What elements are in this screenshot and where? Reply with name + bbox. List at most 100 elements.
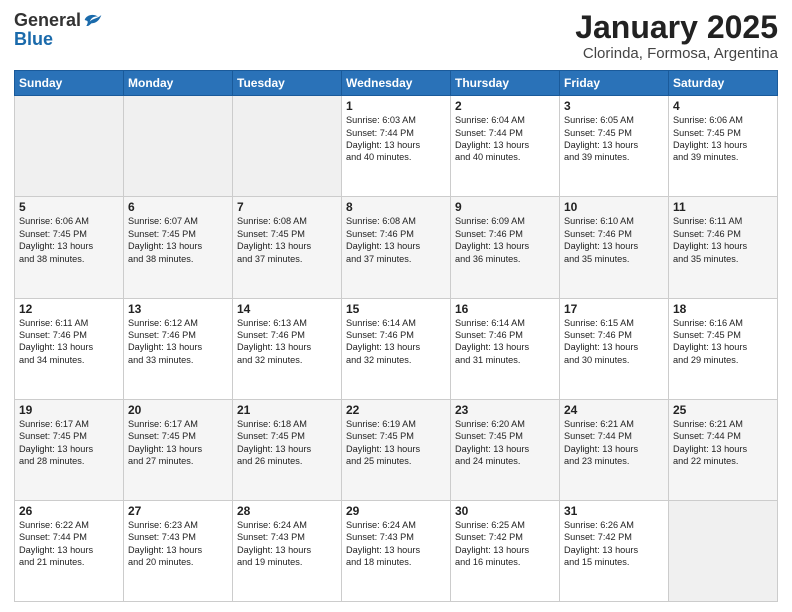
day-number: 25 [673,403,773,417]
calendar-day-cell [15,96,124,197]
calendar-day-cell: 2Sunrise: 6:04 AM Sunset: 7:44 PM Daylig… [451,96,560,197]
calendar-day-cell: 24Sunrise: 6:21 AM Sunset: 7:44 PM Dayli… [560,399,669,500]
day-info: Sunrise: 6:13 AM Sunset: 7:46 PM Dayligh… [237,317,337,367]
calendar-day-cell: 27Sunrise: 6:23 AM Sunset: 7:43 PM Dayli… [124,500,233,601]
calendar-location: Clorinda, Formosa, Argentina [575,45,778,62]
day-number: 17 [564,302,664,316]
calendar-day-cell: 15Sunrise: 6:14 AM Sunset: 7:46 PM Dayli… [342,298,451,399]
calendar-header-row: SundayMondayTuesdayWednesdayThursdayFrid… [15,71,778,96]
day-number: 30 [455,504,555,518]
day-number: 29 [346,504,446,518]
day-number: 7 [237,200,337,214]
calendar-day-cell: 29Sunrise: 6:24 AM Sunset: 7:43 PM Dayli… [342,500,451,601]
day-number: 4 [673,99,773,113]
logo-bird-icon [83,10,103,30]
day-info: Sunrise: 6:08 AM Sunset: 7:46 PM Dayligh… [346,215,446,265]
calendar-day-cell: 14Sunrise: 6:13 AM Sunset: 7:46 PM Dayli… [233,298,342,399]
day-info: Sunrise: 6:11 AM Sunset: 7:46 PM Dayligh… [19,317,119,367]
logo-blue-text: Blue [14,30,53,48]
calendar-day-cell: 18Sunrise: 6:16 AM Sunset: 7:45 PM Dayli… [669,298,778,399]
day-number: 24 [564,403,664,417]
header: General Blue January 2025 Clorinda, Form… [14,10,778,62]
calendar-day-cell: 10Sunrise: 6:10 AM Sunset: 7:46 PM Dayli… [560,197,669,298]
calendar-day-cell: 13Sunrise: 6:12 AM Sunset: 7:46 PM Dayli… [124,298,233,399]
day-number: 16 [455,302,555,316]
day-info: Sunrise: 6:12 AM Sunset: 7:46 PM Dayligh… [128,317,228,367]
day-number: 28 [237,504,337,518]
calendar-day-cell: 20Sunrise: 6:17 AM Sunset: 7:45 PM Dayli… [124,399,233,500]
day-number: 12 [19,302,119,316]
calendar-day-cell: 12Sunrise: 6:11 AM Sunset: 7:46 PM Dayli… [15,298,124,399]
day-info: Sunrise: 6:14 AM Sunset: 7:46 PM Dayligh… [455,317,555,367]
calendar-day-cell: 28Sunrise: 6:24 AM Sunset: 7:43 PM Dayli… [233,500,342,601]
day-info: Sunrise: 6:25 AM Sunset: 7:42 PM Dayligh… [455,519,555,569]
calendar-day-cell: 3Sunrise: 6:05 AM Sunset: 7:45 PM Daylig… [560,96,669,197]
calendar-day-cell [124,96,233,197]
day-number: 14 [237,302,337,316]
calendar-day-cell: 8Sunrise: 6:08 AM Sunset: 7:46 PM Daylig… [342,197,451,298]
day-info: Sunrise: 6:14 AM Sunset: 7:46 PM Dayligh… [346,317,446,367]
day-info: Sunrise: 6:21 AM Sunset: 7:44 PM Dayligh… [673,418,773,468]
title-block: January 2025 Clorinda, Formosa, Argentin… [575,10,778,62]
calendar-day-cell: 5Sunrise: 6:06 AM Sunset: 7:45 PM Daylig… [15,197,124,298]
calendar-day-cell: 23Sunrise: 6:20 AM Sunset: 7:45 PM Dayli… [451,399,560,500]
day-number: 8 [346,200,446,214]
calendar-day-cell: 21Sunrise: 6:18 AM Sunset: 7:45 PM Dayli… [233,399,342,500]
day-info: Sunrise: 6:24 AM Sunset: 7:43 PM Dayligh… [237,519,337,569]
day-of-week-header: Monday [124,71,233,96]
day-of-week-header: Tuesday [233,71,342,96]
day-of-week-header: Saturday [669,71,778,96]
day-number: 13 [128,302,228,316]
day-info: Sunrise: 6:05 AM Sunset: 7:45 PM Dayligh… [564,114,664,164]
day-info: Sunrise: 6:16 AM Sunset: 7:45 PM Dayligh… [673,317,773,367]
calendar-day-cell: 26Sunrise: 6:22 AM Sunset: 7:44 PM Dayli… [15,500,124,601]
day-info: Sunrise: 6:10 AM Sunset: 7:46 PM Dayligh… [564,215,664,265]
calendar-day-cell [233,96,342,197]
day-number: 6 [128,200,228,214]
day-info: Sunrise: 6:24 AM Sunset: 7:43 PM Dayligh… [346,519,446,569]
day-info: Sunrise: 6:17 AM Sunset: 7:45 PM Dayligh… [128,418,228,468]
day-info: Sunrise: 6:17 AM Sunset: 7:45 PM Dayligh… [19,418,119,468]
day-info: Sunrise: 6:20 AM Sunset: 7:45 PM Dayligh… [455,418,555,468]
calendar-week-row: 19Sunrise: 6:17 AM Sunset: 7:45 PM Dayli… [15,399,778,500]
day-of-week-header: Wednesday [342,71,451,96]
calendar-day-cell: 7Sunrise: 6:08 AM Sunset: 7:45 PM Daylig… [233,197,342,298]
day-number: 15 [346,302,446,316]
calendar-day-cell: 22Sunrise: 6:19 AM Sunset: 7:45 PM Dayli… [342,399,451,500]
day-number: 5 [19,200,119,214]
day-info: Sunrise: 6:09 AM Sunset: 7:46 PM Dayligh… [455,215,555,265]
day-number: 10 [564,200,664,214]
calendar-day-cell: 1Sunrise: 6:03 AM Sunset: 7:44 PM Daylig… [342,96,451,197]
calendar-week-row: 5Sunrise: 6:06 AM Sunset: 7:45 PM Daylig… [15,197,778,298]
day-number: 31 [564,504,664,518]
day-info: Sunrise: 6:18 AM Sunset: 7:45 PM Dayligh… [237,418,337,468]
day-info: Sunrise: 6:15 AM Sunset: 7:46 PM Dayligh… [564,317,664,367]
calendar-day-cell: 16Sunrise: 6:14 AM Sunset: 7:46 PM Dayli… [451,298,560,399]
calendar-day-cell: 11Sunrise: 6:11 AM Sunset: 7:46 PM Dayli… [669,197,778,298]
day-info: Sunrise: 6:04 AM Sunset: 7:44 PM Dayligh… [455,114,555,164]
day-info: Sunrise: 6:26 AM Sunset: 7:42 PM Dayligh… [564,519,664,569]
day-info: Sunrise: 6:23 AM Sunset: 7:43 PM Dayligh… [128,519,228,569]
logo-general-text: General [14,11,81,29]
day-number: 26 [19,504,119,518]
day-info: Sunrise: 6:08 AM Sunset: 7:45 PM Dayligh… [237,215,337,265]
day-info: Sunrise: 6:03 AM Sunset: 7:44 PM Dayligh… [346,114,446,164]
calendar-week-row: 26Sunrise: 6:22 AM Sunset: 7:44 PM Dayli… [15,500,778,601]
day-info: Sunrise: 6:06 AM Sunset: 7:45 PM Dayligh… [673,114,773,164]
day-number: 18 [673,302,773,316]
day-number: 9 [455,200,555,214]
day-number: 27 [128,504,228,518]
calendar-day-cell: 30Sunrise: 6:25 AM Sunset: 7:42 PM Dayli… [451,500,560,601]
logo: General Blue [14,10,103,48]
calendar-day-cell: 31Sunrise: 6:26 AM Sunset: 7:42 PM Dayli… [560,500,669,601]
day-info: Sunrise: 6:21 AM Sunset: 7:44 PM Dayligh… [564,418,664,468]
calendar-day-cell: 17Sunrise: 6:15 AM Sunset: 7:46 PM Dayli… [560,298,669,399]
calendar-title: January 2025 [575,10,778,45]
calendar-day-cell: 25Sunrise: 6:21 AM Sunset: 7:44 PM Dayli… [669,399,778,500]
calendar-table: SundayMondayTuesdayWednesdayThursdayFrid… [14,70,778,602]
day-number: 21 [237,403,337,417]
day-number: 20 [128,403,228,417]
day-of-week-header: Thursday [451,71,560,96]
day-number: 1 [346,99,446,113]
day-info: Sunrise: 6:22 AM Sunset: 7:44 PM Dayligh… [19,519,119,569]
